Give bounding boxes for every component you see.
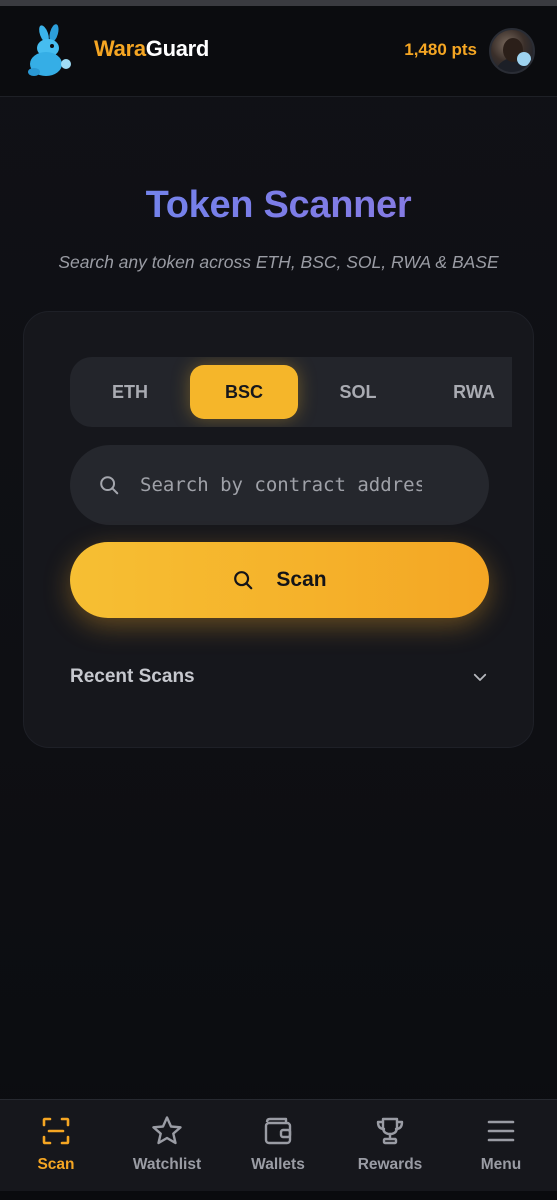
nav-label-watchlist: Watchlist	[132, 1156, 202, 1173]
bottom-nav: Scan Watchlist Wallets Rewards Menu	[0, 1099, 557, 1191]
scanner-card: ETH BSC SOL RWA Scan Recent Scans	[23, 311, 534, 748]
page-subtitle: Search any token across ETH, BSC, SOL, R…	[58, 252, 499, 272]
system-bar	[0, 1191, 557, 1200]
tab-rwa[interactable]: RWA	[420, 365, 512, 419]
search-icon	[100, 476, 119, 495]
scan-button[interactable]: Scan	[70, 542, 489, 618]
brand-name-part2: Guard	[145, 36, 210, 61]
nav-label-rewards: Rewards	[357, 1156, 423, 1173]
nav-label-scan: Scan	[37, 1156, 75, 1173]
search-field[interactable]	[70, 445, 489, 525]
scan-button-label: Scan	[276, 568, 327, 591]
nav-item-menu[interactable]: Menu	[451, 1114, 551, 1178]
nav-item-scan[interactable]: Scan	[6, 1114, 106, 1178]
page-title: Token Scanner	[0, 184, 557, 227]
menu-icon	[487, 1120, 515, 1142]
brand-name-part1: Wara	[94, 36, 146, 61]
scan-icon	[42, 1117, 70, 1145]
tab-bsc[interactable]: BSC	[190, 365, 298, 419]
chain-tabs: ETH BSC SOL RWA	[70, 357, 512, 427]
points-balance[interactable]: 1,480 pts	[404, 40, 477, 60]
app-screen: WaraGuard 1,480 pts Token Scanner Search…	[0, 0, 557, 1200]
tab-sol[interactable]: SOL	[304, 365, 412, 419]
nav-item-wallets[interactable]: Wallets	[228, 1114, 328, 1178]
brand-name: WaraGuard	[94, 36, 209, 62]
nav-label-wallets: Wallets	[251, 1156, 305, 1173]
search-input[interactable]	[140, 474, 422, 496]
nav-item-rewards[interactable]: Rewards	[340, 1114, 440, 1178]
rabbit-logo-icon[interactable]	[24, 24, 76, 80]
recent-scans-toggle[interactable]: Recent Scans	[70, 662, 489, 692]
tab-eth[interactable]: ETH	[76, 365, 184, 419]
search-icon	[234, 571, 253, 590]
user-avatar[interactable]	[489, 28, 535, 74]
avatar-bunny-shape	[517, 52, 531, 66]
chevron-down-icon	[473, 673, 487, 681]
star-icon	[152, 1116, 182, 1145]
nav-label-menu: Menu	[480, 1156, 522, 1173]
recent-scans-label: Recent Scans	[70, 666, 195, 687]
trophy-icon	[376, 1117, 404, 1145]
wallet-icon	[264, 1117, 292, 1145]
app-header: WaraGuard 1,480 pts	[0, 6, 557, 97]
nav-item-watchlist[interactable]: Watchlist	[117, 1114, 217, 1178]
